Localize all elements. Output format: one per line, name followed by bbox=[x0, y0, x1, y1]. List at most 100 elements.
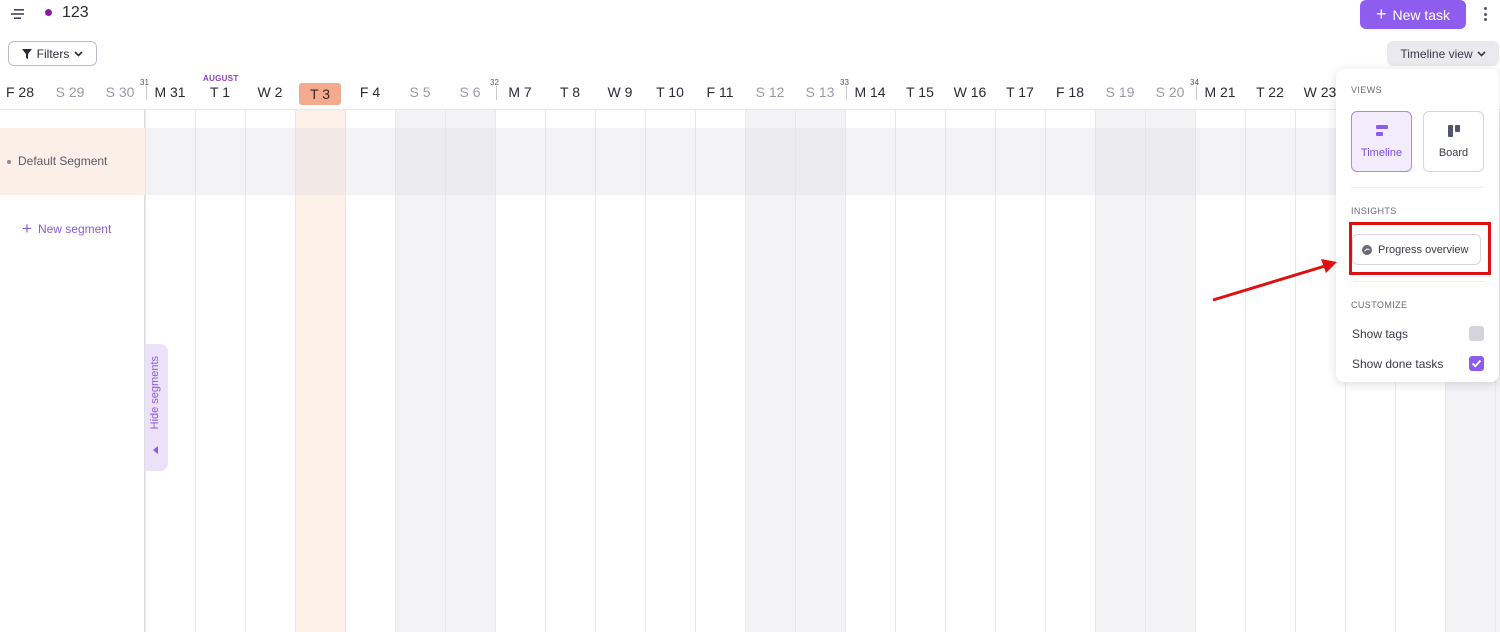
day-header-10: M 7 bbox=[495, 72, 545, 110]
day-header-24: M 21 bbox=[1195, 72, 1245, 110]
day-label: M 21 bbox=[1204, 84, 1236, 100]
new-segment-label: New segment bbox=[37, 222, 112, 236]
chevron-down-icon bbox=[1477, 50, 1486, 57]
day-header-22: S 19 bbox=[1095, 72, 1145, 110]
day-header-12: W 9 bbox=[595, 72, 645, 110]
timeline-day-header: F 28 S 29 S 30 M 31 31 T 1 AUGUST W 2 T 3 F 4 S 5 S… bbox=[0, 72, 1500, 110]
day-label: T 17 bbox=[1006, 84, 1034, 100]
day-header-8: S 5 bbox=[395, 72, 445, 110]
view-board-option[interactable]: Board bbox=[1423, 111, 1484, 172]
day-header-15: S 12 bbox=[745, 72, 795, 110]
day-label: F 11 bbox=[706, 84, 734, 100]
view-dropdown-label: Timeline view bbox=[1400, 46, 1473, 61]
views-section-title: VIEWS bbox=[1351, 85, 1383, 95]
day-label: F 18 bbox=[1055, 84, 1084, 100]
project-title: 123 bbox=[62, 4, 89, 21]
annotation-arrow-icon bbox=[1212, 259, 1337, 302]
day-label: F 28 bbox=[5, 84, 34, 100]
chevron-down-icon bbox=[74, 50, 83, 57]
show-done-tasks-toggle[interactable]: Show done tasks bbox=[1352, 355, 1484, 373]
header-divider bbox=[0, 109, 1500, 110]
annotation-highlight-box bbox=[1349, 222, 1491, 275]
day-label: S 19 bbox=[1105, 84, 1135, 100]
day-label: T 10 bbox=[656, 84, 684, 100]
day-header-21: F 18 bbox=[1045, 72, 1095, 110]
day-label: S 13 bbox=[805, 84, 835, 100]
day-header-2: S 30 bbox=[95, 72, 145, 110]
segment-bullet bbox=[7, 160, 11, 164]
day-header-3: M 31 bbox=[145, 72, 195, 110]
board-option-label: Board bbox=[1438, 147, 1469, 159]
day-label: S 20 bbox=[1155, 84, 1185, 100]
day-label: F 4 bbox=[359, 84, 381, 100]
timeline-icon bbox=[1376, 125, 1388, 136]
day-header-0: F 28 bbox=[0, 72, 45, 110]
day-label: T 3 bbox=[299, 83, 341, 105]
view-timeline-option[interactable]: Timeline bbox=[1351, 111, 1412, 172]
divider bbox=[1351, 281, 1484, 282]
day-header-16: S 13 bbox=[795, 72, 845, 110]
day-label: W 9 bbox=[607, 84, 633, 100]
divider bbox=[1351, 187, 1484, 188]
day-label: S 29 bbox=[55, 84, 85, 100]
week-number: 33 bbox=[840, 78, 849, 87]
month-label: AUGUST bbox=[203, 74, 239, 83]
collapse-arrow-icon bbox=[153, 446, 158, 454]
menu-icon[interactable] bbox=[10, 7, 26, 21]
day-label: T 22 bbox=[1256, 84, 1284, 100]
show-tags-checkbox[interactable] bbox=[1469, 326, 1484, 341]
timeline-view-dropdown[interactable]: Timeline view bbox=[1387, 41, 1499, 66]
filters-button[interactable]: Filters bbox=[8, 41, 97, 66]
new-task-label: New task bbox=[1392, 6, 1451, 23]
day-header-19: W 16 bbox=[945, 72, 995, 110]
day-header-13: T 10 bbox=[645, 72, 695, 110]
week-separator bbox=[146, 86, 147, 100]
week-number: 32 bbox=[490, 78, 499, 87]
day-header-6: T 3 bbox=[295, 72, 345, 110]
day-header-18: T 15 bbox=[895, 72, 945, 110]
top-bar: 123 + New task bbox=[0, 0, 1500, 30]
week-separator bbox=[846, 86, 847, 100]
new-segment-button[interactable]: + New segment bbox=[22, 219, 112, 238]
hide-segments-label: Hide segments bbox=[149, 356, 161, 430]
segment-row[interactable]: Default Segment bbox=[0, 128, 145, 195]
day-label: T 1 bbox=[210, 84, 230, 100]
segments-sidebar: Default Segment + New segment bbox=[0, 110, 145, 632]
day-label: S 6 bbox=[459, 84, 481, 100]
new-task-button[interactable]: + New task bbox=[1360, 0, 1466, 29]
project-color-dot bbox=[45, 9, 52, 16]
segment-lane[interactable] bbox=[145, 128, 1500, 195]
kebab-icon[interactable] bbox=[1478, 5, 1492, 23]
show-tags-label: Show tags bbox=[1352, 327, 1409, 341]
plus-icon: + bbox=[1375, 3, 1387, 24]
week-number: 31 bbox=[140, 78, 149, 87]
insights-section-title: INSIGHTS bbox=[1351, 206, 1397, 216]
day-header-9: S 6 bbox=[445, 72, 495, 110]
day-header-11: T 8 bbox=[545, 72, 595, 110]
day-header-14: F 11 bbox=[695, 72, 745, 110]
day-label: S 12 bbox=[755, 84, 785, 100]
show-done-tasks-label: Show done tasks bbox=[1352, 357, 1444, 371]
filters-label: Filters bbox=[36, 46, 70, 61]
day-label: S 30 bbox=[105, 84, 135, 100]
show-done-tasks-checkbox[interactable] bbox=[1469, 356, 1484, 371]
timeline-option-label: Timeline bbox=[1360, 147, 1403, 159]
day-header-25: T 22 bbox=[1245, 72, 1295, 110]
day-label: S 5 bbox=[409, 84, 431, 100]
day-label: W 16 bbox=[953, 84, 987, 100]
hide-segments-tab[interactable]: Hide segments bbox=[145, 344, 168, 471]
day-header-23: S 20 bbox=[1145, 72, 1195, 110]
show-tags-toggle[interactable]: Show tags bbox=[1352, 325, 1484, 343]
week-separator bbox=[1196, 86, 1197, 100]
day-label: T 8 bbox=[560, 84, 580, 100]
day-label: M 7 bbox=[508, 84, 532, 100]
checkmark-icon bbox=[1471, 359, 1482, 368]
day-label: T 15 bbox=[906, 84, 934, 100]
plus-icon: + bbox=[22, 219, 32, 238]
board-icon bbox=[1448, 125, 1460, 137]
day-header-1: S 29 bbox=[45, 72, 95, 110]
day-label: W 2 bbox=[257, 84, 283, 100]
day-header-20: T 17 bbox=[995, 72, 1045, 110]
day-header-17: M 14 bbox=[845, 72, 895, 110]
day-label: M 31 bbox=[154, 84, 186, 100]
